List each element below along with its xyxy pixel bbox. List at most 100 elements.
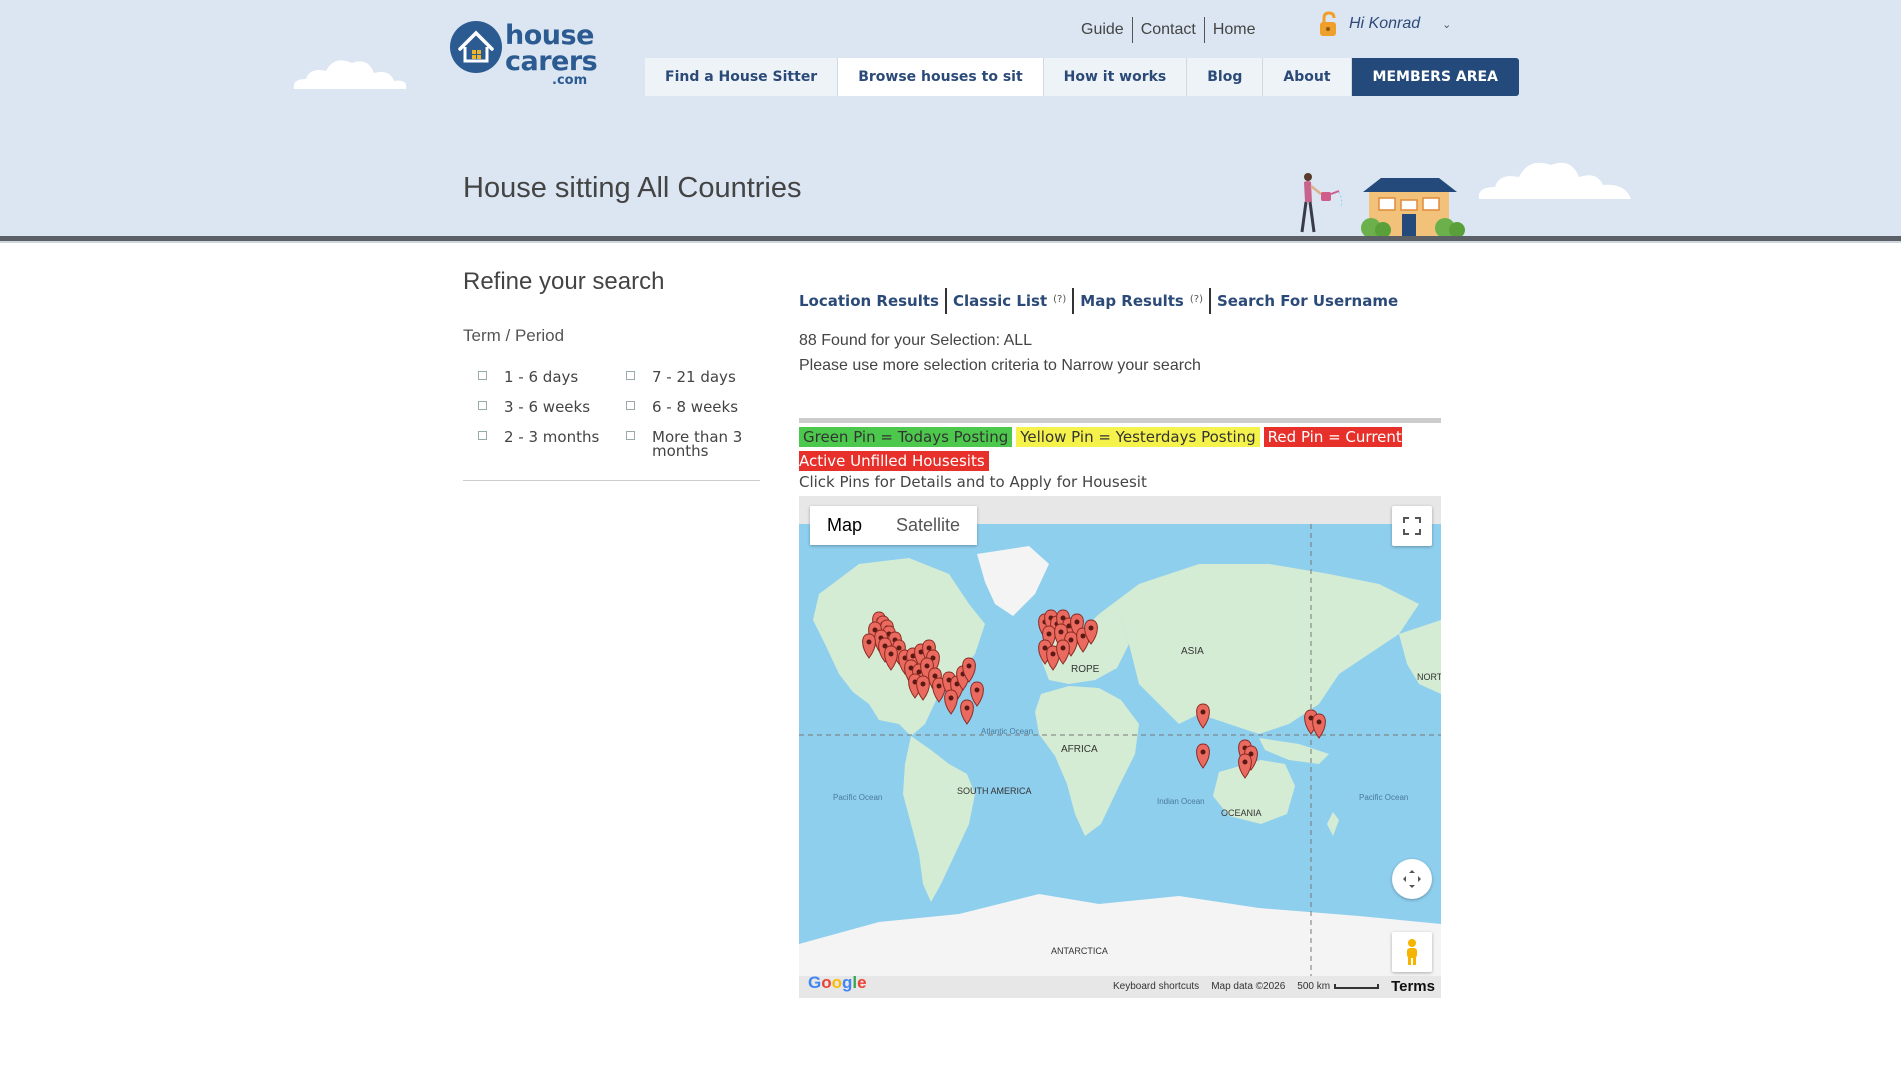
pin-dot bbox=[1046, 631, 1052, 637]
tab-label: Search For Username bbox=[1217, 292, 1399, 310]
map-type-map-button[interactable]: Map bbox=[810, 506, 879, 545]
option-label: 2 - 3 months bbox=[504, 428, 600, 446]
option-label: More than 3 months bbox=[652, 428, 743, 460]
tab-classic-list[interactable]: Classic List (?) bbox=[947, 292, 1072, 310]
refine-search-heading: Refine your search bbox=[463, 268, 665, 295]
label-oceania: OCEANIA bbox=[1221, 808, 1262, 818]
scale-bar bbox=[1334, 983, 1380, 989]
label-pacific-east: Pacific Ocean bbox=[1359, 793, 1408, 802]
results-map[interactable]: ASIA ROPE AFRICA NORTH AMERICA SOUTH AME… bbox=[799, 496, 1441, 998]
chevron-down-icon[interactable]: ⌄ bbox=[1442, 18, 1451, 31]
results-tabs: Location Results Classic List (?) Map Re… bbox=[799, 288, 1404, 314]
label-asia: ASIA bbox=[1181, 646, 1204, 657]
pin-dot bbox=[1068, 637, 1074, 643]
checkbox[interactable] bbox=[478, 431, 487, 440]
google-logo: Google bbox=[808, 973, 867, 992]
term-option-3-6-weeks[interactable]: 3 - 6 weeks bbox=[478, 398, 591, 416]
pin-dot bbox=[866, 639, 872, 645]
user-menu[interactable]: Hi Konrad ⌄ bbox=[1318, 11, 1451, 37]
fullscreen-icon bbox=[1403, 517, 1421, 535]
tab-search-username[interactable]: Search For Username bbox=[1211, 292, 1404, 310]
term-option-6-8-weeks[interactable]: 6 - 8 weeks bbox=[626, 398, 739, 416]
map-type-control: Map Satellite bbox=[810, 506, 978, 545]
nav-about[interactable]: About bbox=[1263, 58, 1352, 96]
street-view-button[interactable] bbox=[1392, 932, 1432, 972]
label-africa: AFRICA bbox=[1061, 744, 1098, 755]
legend-green-pin: Green Pin = Todays Posting bbox=[799, 427, 1013, 447]
page-title: House sitting All Countries bbox=[463, 172, 802, 204]
keyboard-shortcuts-link[interactable]: Keyboard shortcuts bbox=[1113, 981, 1199, 992]
pin-dot bbox=[1080, 633, 1086, 639]
world-map[interactable]: ASIA ROPE AFRICA NORTH AMERICA SOUTH AME… bbox=[799, 524, 1441, 976]
tab-map-results[interactable]: Map Results (?) bbox=[1074, 292, 1209, 310]
pin-dot bbox=[1050, 651, 1056, 657]
header-banner: house carers .com Guide Contact Home Hi … bbox=[0, 0, 1901, 236]
found-count-text: 88 Found for your Selection: ALL bbox=[799, 332, 1033, 349]
option-label: 6 - 8 weeks bbox=[652, 398, 739, 416]
click-pins-note: Click Pins for Details and to Apply for … bbox=[799, 473, 1147, 491]
term-option-7-21-days[interactable]: 7 - 21 days bbox=[626, 368, 736, 386]
results-divider bbox=[799, 418, 1441, 423]
pin-dot bbox=[1088, 625, 1094, 631]
tab-label: Location Results bbox=[799, 292, 939, 310]
label-atlantic: Atlantic Ocean bbox=[981, 727, 1033, 736]
label-south-america: SOUTH AMERICA bbox=[957, 786, 1032, 796]
nav-blog[interactable]: Blog bbox=[1187, 58, 1264, 96]
option-label: 7 - 21 days bbox=[652, 368, 736, 386]
label-pacific-west: Pacific Ocean bbox=[833, 793, 882, 802]
house-sitter-illustration bbox=[1300, 173, 1465, 236]
pin-dot bbox=[1074, 619, 1080, 625]
map-attribution: Keyboard shortcuts Map data ©2026 500 km… bbox=[1113, 978, 1435, 995]
pin-dot bbox=[932, 673, 938, 679]
pin-dot bbox=[1058, 629, 1064, 635]
pin-dot bbox=[888, 651, 894, 657]
scale-label: 500 km bbox=[1297, 981, 1331, 992]
label-europe: ROPE bbox=[1071, 664, 1100, 675]
legend-yellow-pin: Yellow Pin = Yesterdays Posting bbox=[1016, 427, 1260, 447]
pin-dot bbox=[974, 687, 980, 693]
terms-link[interactable]: Terms bbox=[1391, 978, 1435, 995]
label-north-america: NORTH AMERICA bbox=[1417, 672, 1441, 682]
pin-dot bbox=[1200, 709, 1206, 715]
term-option-more-than-3-months[interactable]: More than 3 months bbox=[626, 428, 744, 460]
camera-control-icon bbox=[1403, 870, 1421, 888]
checkbox[interactable] bbox=[626, 401, 635, 410]
nav-members-area[interactable]: MEMBERS AREA bbox=[1351, 58, 1519, 96]
logo-text-com: .com bbox=[552, 73, 588, 88]
house-carers-logo[interactable]: house carers .com bbox=[448, 16, 598, 90]
map-footer: Google Keyboard shortcuts Map data ©2026… bbox=[799, 973, 1441, 998]
pin-dot bbox=[1316, 719, 1322, 725]
help-icon[interactable]: (?) bbox=[1190, 294, 1203, 305]
pin-dot bbox=[926, 645, 932, 651]
tab-label: Map Results bbox=[1080, 292, 1184, 310]
guide-link[interactable]: Guide bbox=[1073, 21, 1132, 39]
pin-dot bbox=[924, 663, 930, 669]
term-period-heading: Term / Period bbox=[463, 326, 565, 345]
nav-browse-houses[interactable]: Browse houses to sit bbox=[838, 58, 1044, 96]
camera-control-button[interactable] bbox=[1392, 859, 1432, 899]
map-type-satellite-button[interactable]: Satellite bbox=[879, 506, 977, 545]
results-summary: 88 Found for your Selection: ALL Please … bbox=[799, 328, 1201, 378]
term-option-2-3-months[interactable]: 2 - 3 months bbox=[478, 428, 600, 446]
checkbox[interactable] bbox=[626, 431, 635, 440]
option-label: 3 - 6 weeks bbox=[504, 398, 591, 416]
home-link[interactable]: Home bbox=[1205, 21, 1264, 39]
contact-link[interactable]: Contact bbox=[1133, 21, 1204, 39]
map-scale[interactable]: 500 km bbox=[1297, 981, 1380, 992]
pin-dot bbox=[936, 683, 942, 689]
main-nav: Find a House Sitter Browse houses to sit… bbox=[645, 58, 1519, 96]
top-links: Guide Contact Home bbox=[1073, 17, 1264, 43]
tab-location-results[interactable]: Location Results bbox=[799, 292, 945, 310]
nav-how-it-works[interactable]: How it works bbox=[1043, 58, 1188, 96]
checkbox[interactable] bbox=[626, 371, 635, 380]
fullscreen-button[interactable] bbox=[1392, 506, 1432, 546]
nav-find-house-sitter[interactable]: Find a House Sitter bbox=[645, 58, 839, 96]
checkbox[interactable] bbox=[478, 401, 487, 410]
option-label: 1 - 6 days bbox=[504, 368, 579, 386]
house-logo-icon bbox=[450, 21, 502, 73]
checkbox[interactable] bbox=[478, 371, 487, 380]
help-icon[interactable]: (?) bbox=[1053, 294, 1066, 305]
term-option-1-6-days[interactable]: 1 - 6 days bbox=[478, 368, 579, 386]
label-antarctica: ANTARCTICA bbox=[1051, 946, 1108, 956]
cloud-left-decoration bbox=[293, 60, 407, 89]
